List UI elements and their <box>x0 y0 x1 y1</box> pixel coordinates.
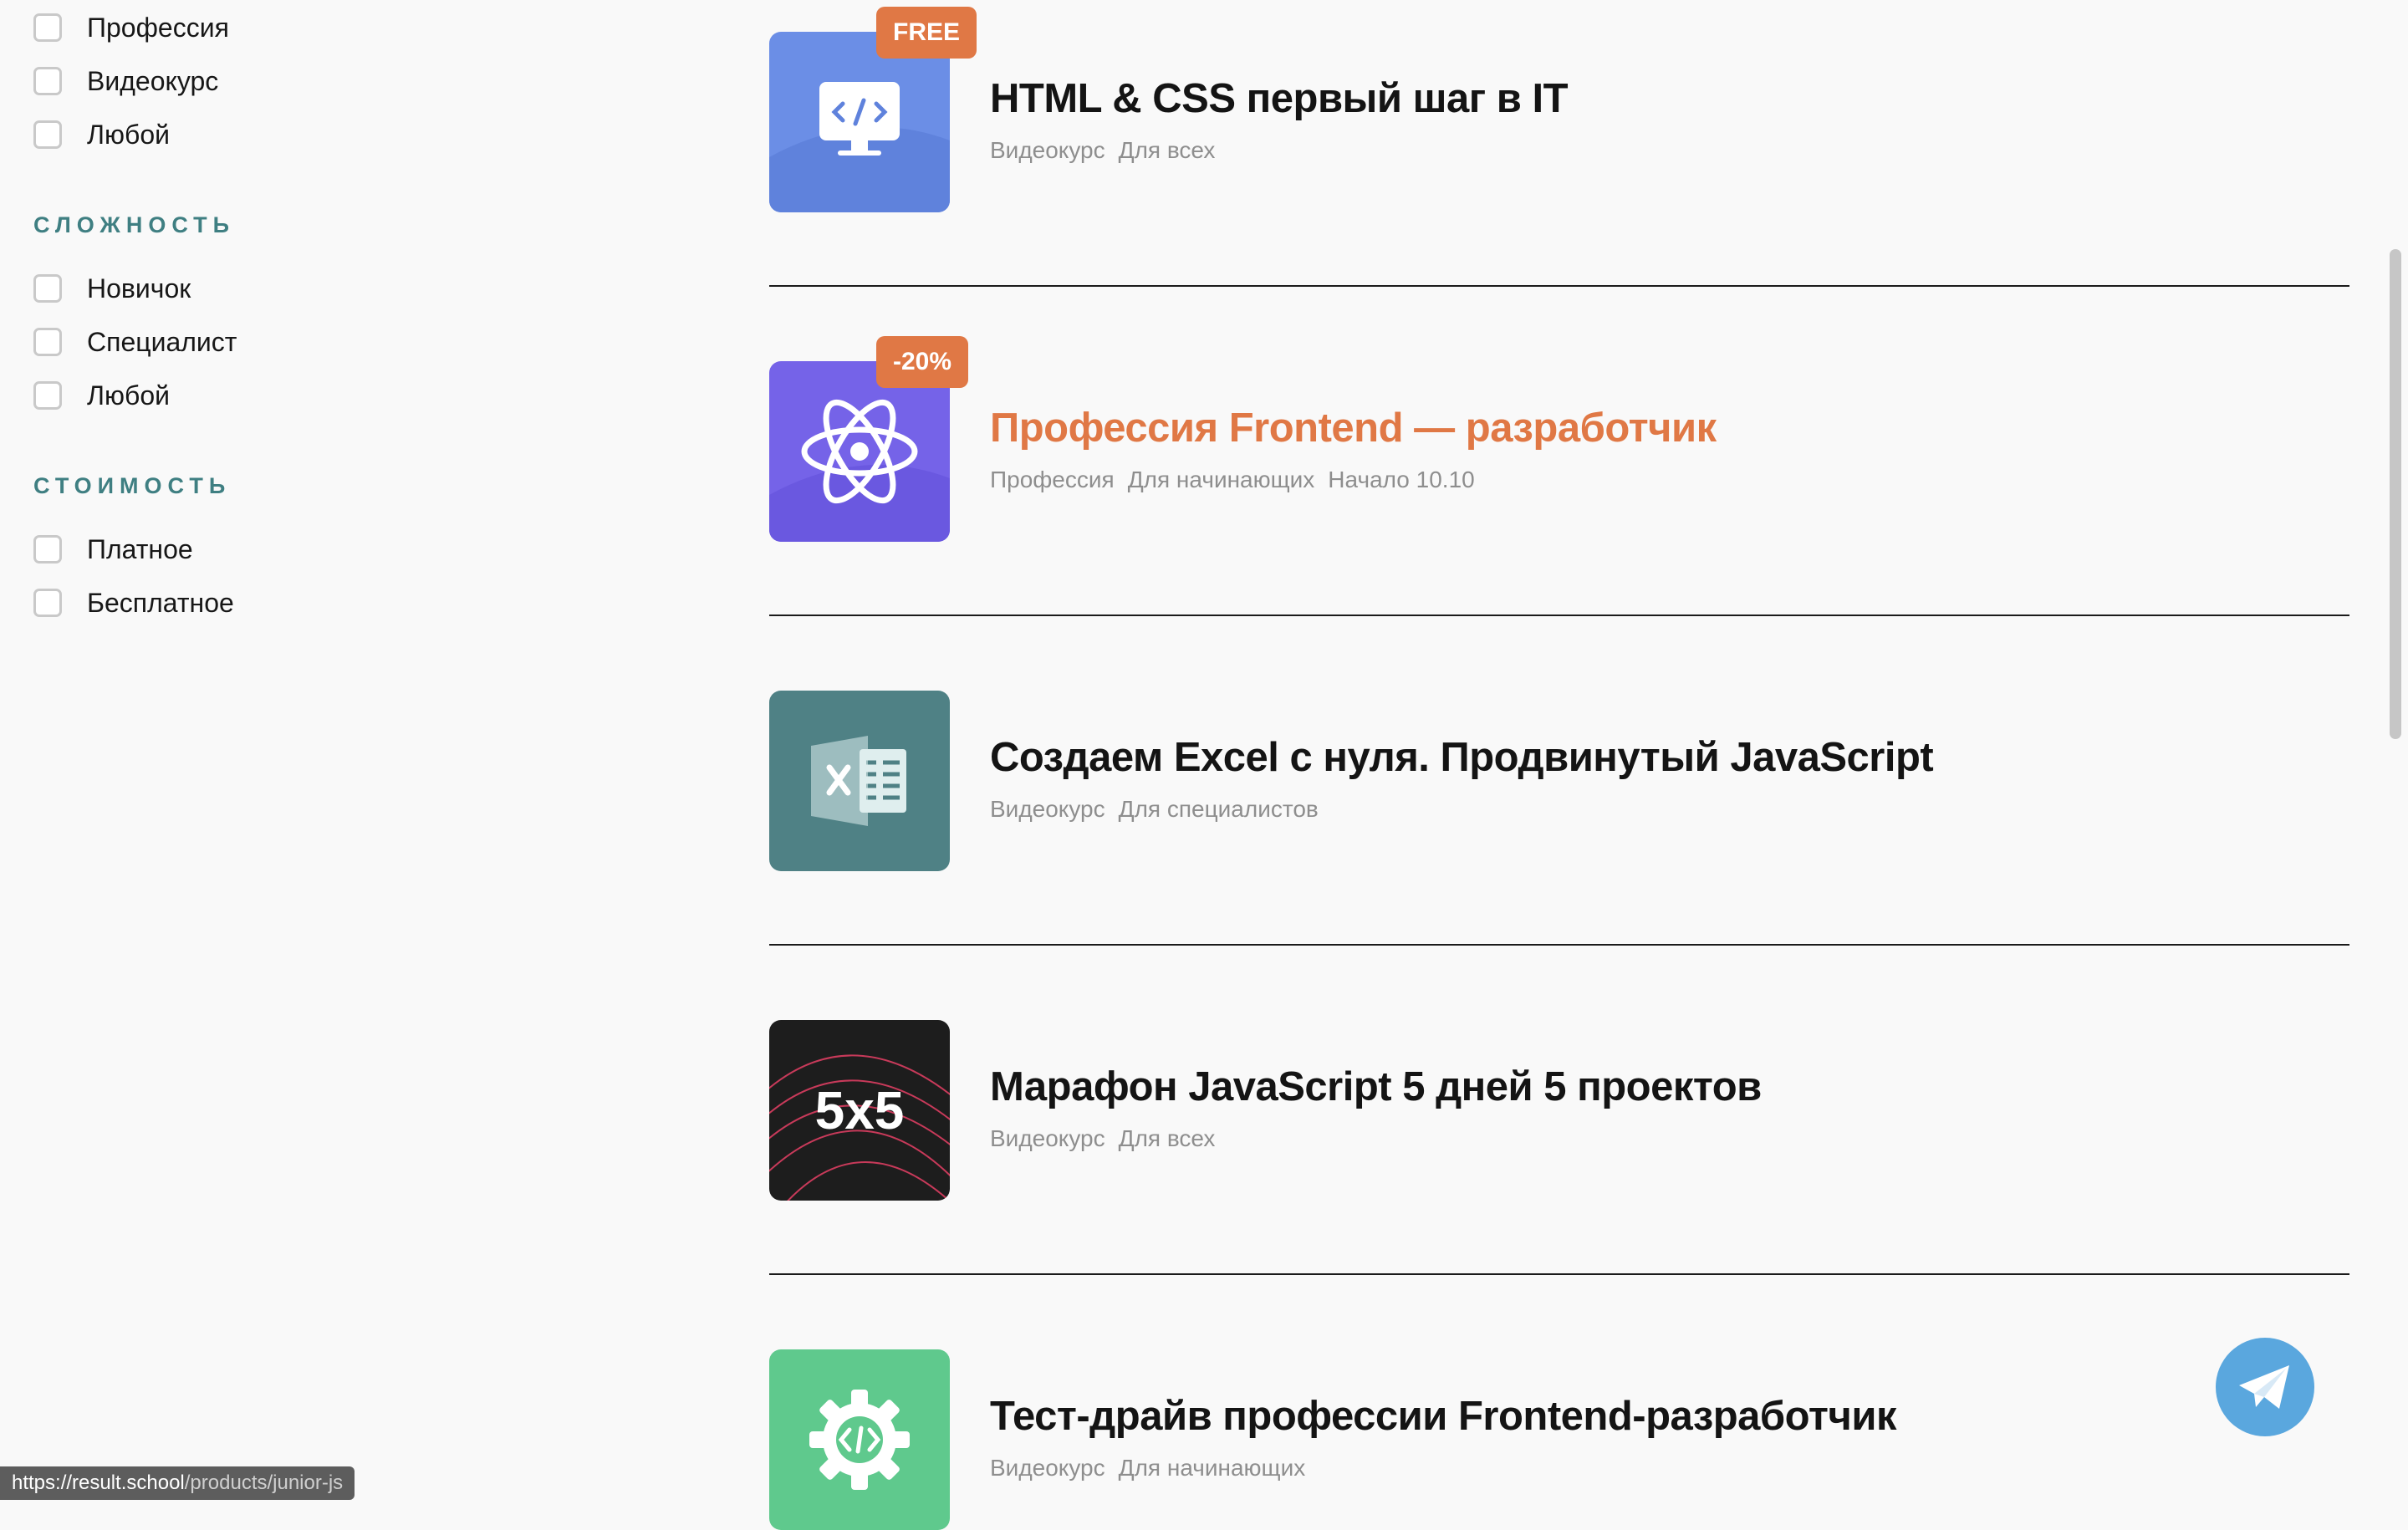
price-group-title: СТОИМОСТЬ <box>33 473 232 498</box>
divider <box>769 944 2349 946</box>
filter-label: Видеокурс <box>87 65 219 96</box>
course-title[interactable]: Профессия Frontend — разработчик <box>990 405 1717 451</box>
monitor-code-icon <box>769 32 950 212</box>
url-path: /products/junior-js <box>184 1471 344 1494</box>
thumb-label: 5x5 <box>814 1080 905 1140</box>
excel-icon <box>769 691 950 871</box>
filter-type-profession[interactable]: Профессия <box>33 7 229 48</box>
course-tags: Видеокурс Для начинающих <box>990 1455 1305 1482</box>
react-atom-icon <box>769 361 950 542</box>
course-tags: Видеокурс Для всех <box>990 137 1215 164</box>
course-tag: Начало 10.10 <box>1328 467 1475 492</box>
filter-label: Новичок <box>87 273 191 303</box>
divider <box>769 285 2349 287</box>
course-title[interactable]: Создаем Excel с нуля. Продвинутый JavaSc… <box>990 734 1934 781</box>
course-tag: Для специалистов <box>1118 796 1319 822</box>
checkbox[interactable] <box>33 274 62 303</box>
course-tag: Видеокурс <box>990 796 1105 822</box>
telegram-button[interactable] <box>2216 1338 2314 1436</box>
course-tag: Видеокурс <box>990 1125 1105 1151</box>
course-title[interactable]: Марафон JavaScript 5 дней 5 проектов <box>990 1063 1762 1110</box>
checkbox[interactable] <box>33 120 62 149</box>
course-tags: Профессия Для начинающих Начало 10.10 <box>990 467 1475 493</box>
filter-price-paid[interactable]: Платное <box>33 528 193 570</box>
course-title[interactable]: HTML & CSS первый шаг в IT <box>990 75 1569 122</box>
filter-difficulty-any[interactable]: Любой <box>33 375 170 416</box>
course-tags: Видеокурс Для всех <box>990 1125 1215 1152</box>
checkbox[interactable] <box>33 67 62 95</box>
discount-badge: -20% <box>876 336 969 388</box>
course-tags: Видеокурс Для специалистов <box>990 796 1319 823</box>
course-title[interactable]: Тест-драйв профессии Frontend-разработчи… <box>990 1393 1896 1440</box>
status-bar-url: https://result.school/products/junior-js <box>0 1466 355 1500</box>
telegram-icon <box>2239 1365 2289 1409</box>
course-tag: Профессия <box>990 467 1115 492</box>
checkbox[interactable] <box>33 13 62 42</box>
filter-type-videocourse[interactable]: Видеокурс <box>33 60 218 102</box>
filter-label: Специалист <box>87 326 237 357</box>
url-host: https://result.school <box>12 1471 185 1494</box>
filter-type-any[interactable]: Любой <box>33 114 170 156</box>
checkbox[interactable] <box>33 328 62 356</box>
filter-label: Бесплатное <box>87 587 234 618</box>
gear-code-icon <box>769 1349 950 1530</box>
course-tag: Видеокурс <box>990 1455 1105 1481</box>
checkbox[interactable] <box>33 589 62 617</box>
filter-label: Любой <box>87 119 170 150</box>
checkbox[interactable] <box>33 381 62 410</box>
scrollbar-thumb[interactable] <box>2390 249 2401 739</box>
divider <box>769 615 2349 616</box>
filter-label: Любой <box>87 380 170 411</box>
course-tag: Для всех <box>1118 1125 1216 1151</box>
marathon-5x5-icon: 5x5 <box>769 1020 950 1201</box>
filter-label: Платное <box>87 533 193 564</box>
course-tag: Видеокурс <box>990 137 1105 163</box>
course-tag: Для начинающих <box>1127 467 1315 492</box>
filter-difficulty-beginner[interactable]: Новичок <box>33 268 191 309</box>
divider <box>769 1273 2349 1275</box>
difficulty-group-title: СЛОЖНОСТЬ <box>33 212 236 237</box>
filter-label: Профессия <box>87 12 229 43</box>
filter-price-free[interactable]: Бесплатное <box>33 582 234 624</box>
filter-difficulty-specialist[interactable]: Специалист <box>33 321 237 363</box>
free-badge: FREE <box>876 7 977 59</box>
course-tag: Для начинающих <box>1118 1455 1306 1481</box>
course-tag: Для всех <box>1118 137 1216 163</box>
checkbox[interactable] <box>33 535 62 564</box>
